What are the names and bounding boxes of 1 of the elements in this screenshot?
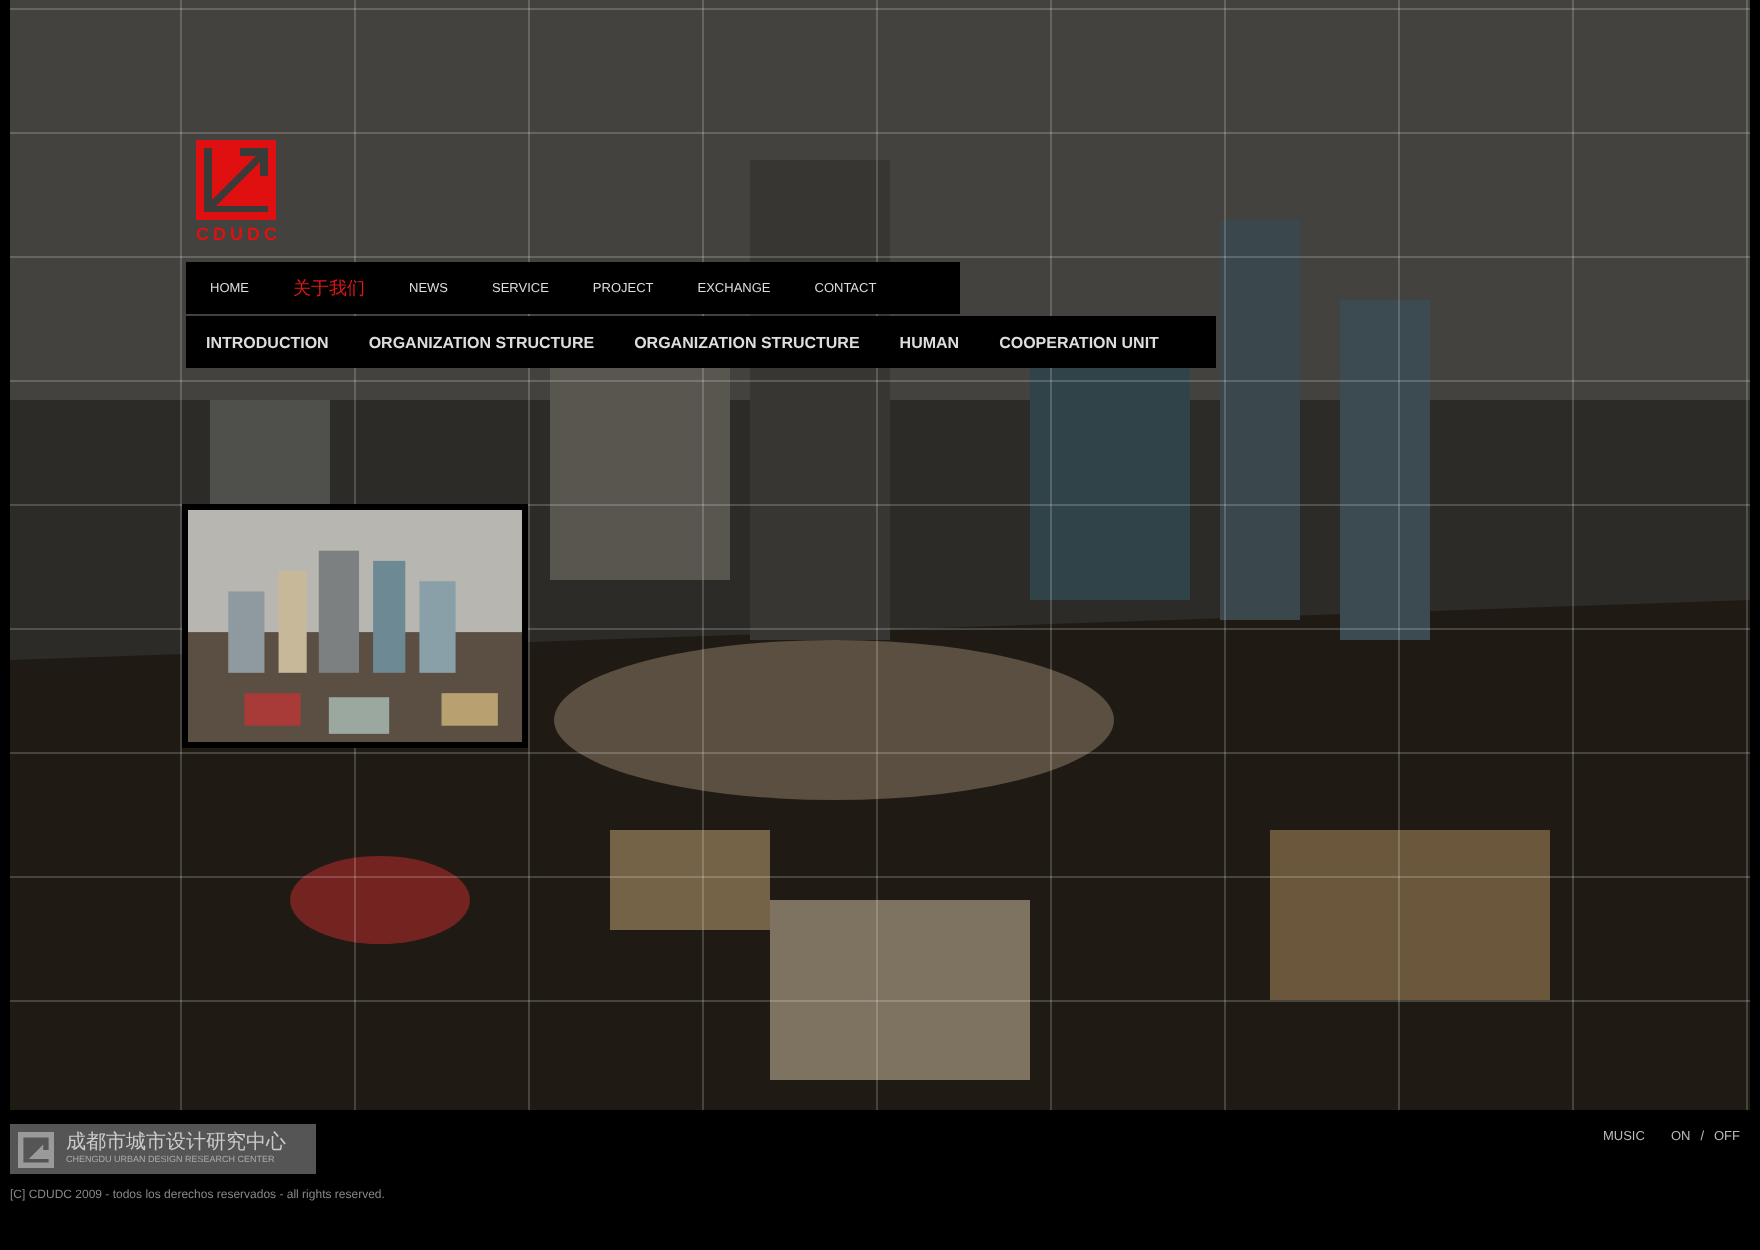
center-name: 成都市城市设计研究中心 [66,1132,286,1154]
